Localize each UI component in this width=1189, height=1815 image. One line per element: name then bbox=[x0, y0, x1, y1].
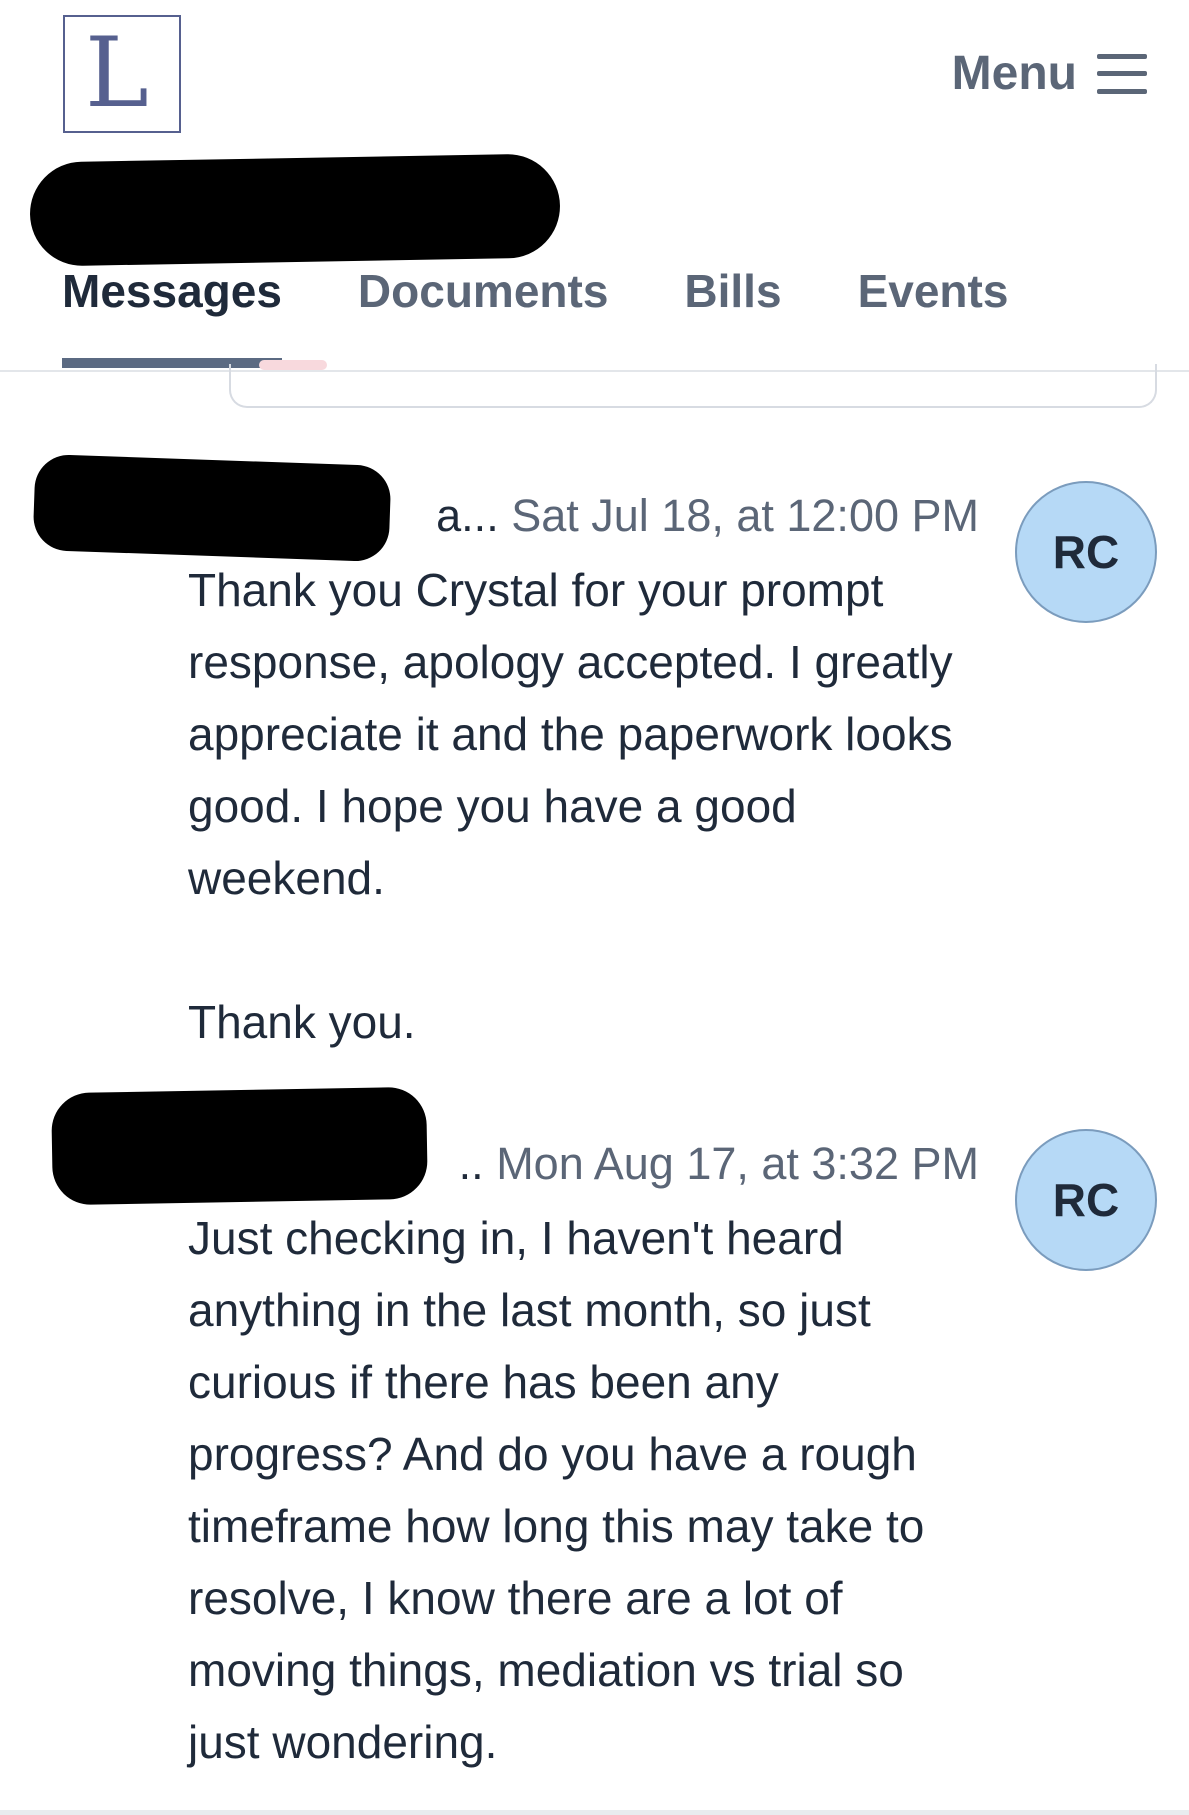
redacted-sender-name bbox=[51, 1086, 428, 1206]
divider bbox=[0, 1810, 1189, 1815]
avatar: RC bbox=[1015, 481, 1157, 623]
firm-logo[interactable]: L bbox=[63, 15, 181, 133]
redacted-sender-name bbox=[32, 453, 392, 563]
message-body: Just checking in, I haven't heard anythi… bbox=[188, 1212, 925, 1768]
message-timestamp: Sat Jul 18, at 12:00 PM bbox=[511, 490, 979, 541]
tab-bar: Messages Documents Bills Events bbox=[62, 264, 1008, 368]
menu-button[interactable]: Menu bbox=[952, 46, 1147, 101]
avatar: RC bbox=[1015, 1129, 1157, 1271]
previous-message-card bbox=[229, 360, 1157, 408]
redacted-case-title bbox=[29, 153, 561, 267]
tab-events[interactable]: Events bbox=[858, 264, 1009, 368]
message-meta: .. Mon Aug 17, at 3:32 PM bbox=[459, 1138, 979, 1190]
message-meta: a... Sat Jul 18, at 12:00 PM bbox=[436, 490, 979, 542]
tab-bills[interactable]: Bills bbox=[684, 264, 781, 368]
message-body: Thank you Crystal for your prompt respon… bbox=[188, 564, 953, 1048]
tab-messages[interactable]: Messages bbox=[62, 264, 282, 368]
hamburger-icon bbox=[1097, 52, 1147, 96]
message-timestamp: Mon Aug 17, at 3:32 PM bbox=[496, 1138, 979, 1189]
sender-name-tail: a... bbox=[436, 490, 499, 541]
app-header: L Menu Messages Documents Bills Events bbox=[0, 0, 1189, 372]
tab-documents[interactable]: Documents bbox=[358, 264, 608, 368]
status-badge bbox=[259, 360, 327, 370]
menu-label: Menu bbox=[951, 47, 1077, 100]
sender-name-tail: .. bbox=[458, 1138, 484, 1189]
logo-letter: L bbox=[85, 17, 149, 129]
